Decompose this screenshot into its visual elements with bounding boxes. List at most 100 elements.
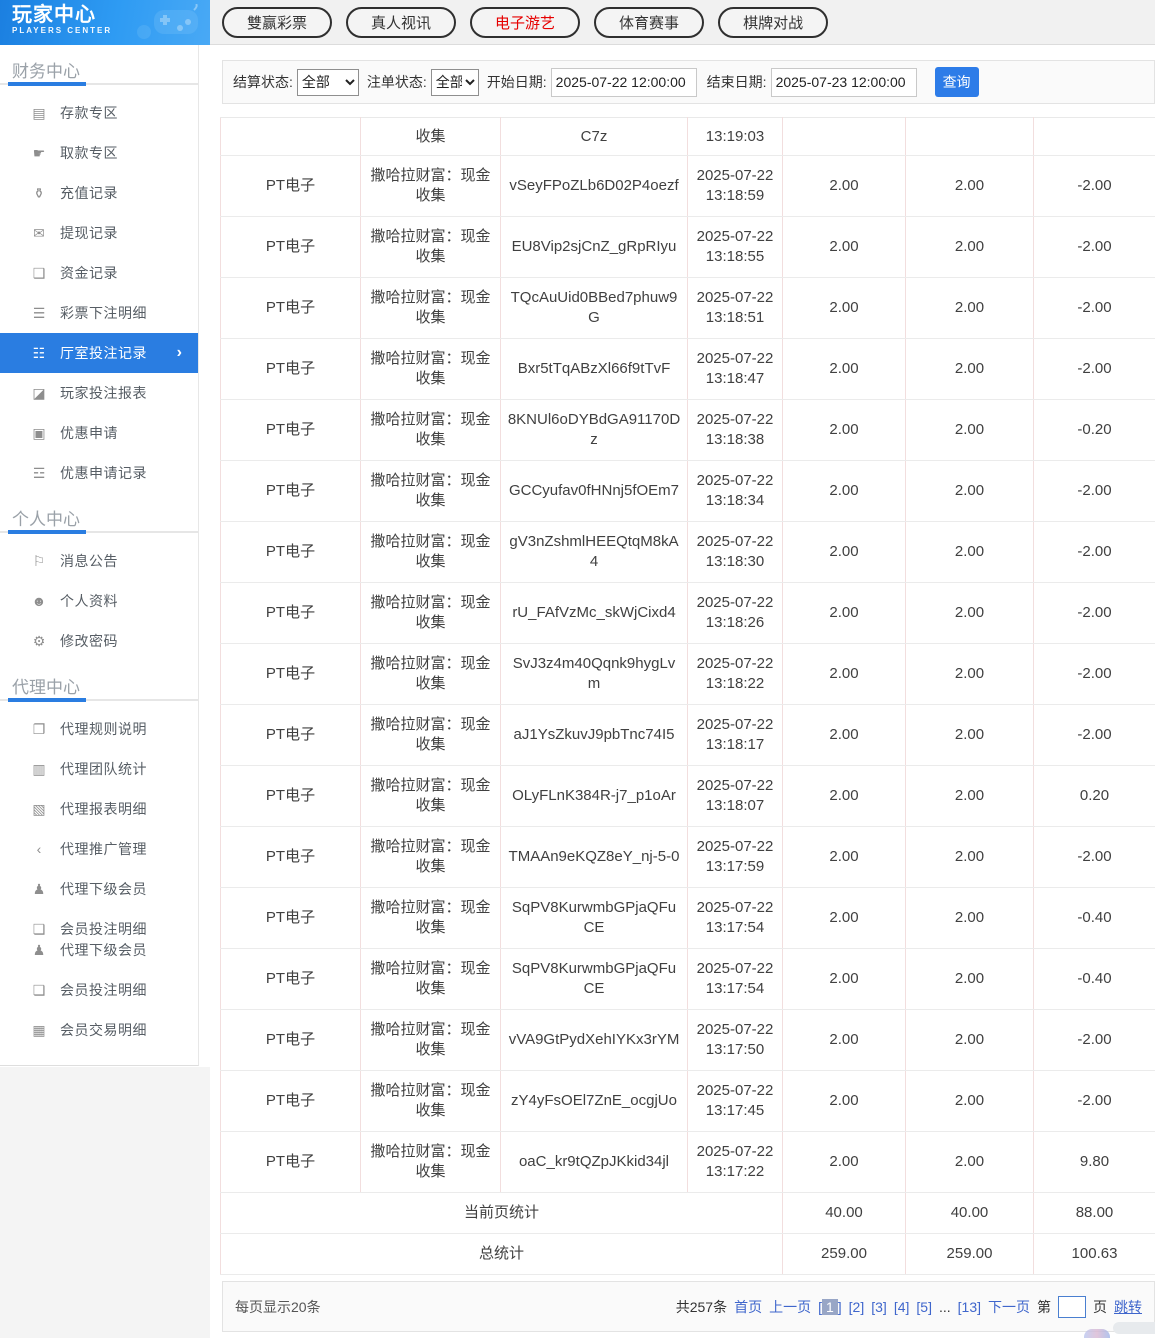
- cell-valid-amount: 2.00: [905, 338, 1034, 400]
- section-divider: [0, 82, 198, 86]
- lottery-doc-icon: ☰: [32, 304, 46, 321]
- sidebar-item-提现记录[interactable]: ✉ 提现记录 ›: [0, 213, 198, 253]
- sidebar-item-取款专区[interactable]: ☛ 取款专区 ›: [0, 133, 198, 173]
- pagination-bar: 每页显示20条 共257条 首页 上一页 [1] [2] [3] [4] [5]...[…: [222, 1281, 1155, 1332]
- order-status-select[interactable]: 全部: [430, 68, 479, 96]
- withdraw-hand-icon: ☛: [32, 144, 46, 161]
- page-number-list: [1] [2] [3] [4] [5]... [13]: [818, 1298, 981, 1315]
- page-link-3[interactable]: [3]: [871, 1299, 887, 1315]
- cell-game-type: PT电子: [220, 277, 361, 339]
- start-date-input[interactable]: [550, 67, 697, 97]
- cell-order-id: oaC_kr9tQZpJKkid34jl: [500, 1131, 688, 1193]
- sidebar-section-title: 代理中心: [12, 678, 80, 697]
- prev-page-link[interactable]: 上一页: [769, 1297, 811, 1317]
- cell-valid-amount: [905, 117, 1034, 156]
- sidebar-item-存款专区[interactable]: ▤ 存款专区 ›: [0, 93, 198, 133]
- cell-order-id: rU_FAfVzMc_skWjCixd4: [500, 582, 688, 644]
- end-date-input[interactable]: [770, 67, 917, 97]
- sidebar-item-资金记录[interactable]: ❑ 资金记录 ›: [0, 253, 198, 293]
- sidebar-item-会员投注明细[interactable]: ❏ 会员投注明细 ›: [0, 970, 198, 1010]
- page-link-4[interactable]: [4]: [894, 1299, 910, 1315]
- cell-game-type: PT电子: [220, 826, 361, 888]
- summary-row: 当前页统计 40.00 40.00 88.00: [220, 1192, 1155, 1234]
- sidebar-item-代理下级会员[interactable]: ♟ 代理下级会员 ›: [0, 930, 198, 970]
- cell-game-name: 撒哈拉财富：现金收集: [360, 460, 501, 522]
- cell-valid-amount: 2.00: [905, 826, 1034, 888]
- cell-game-name: 撒哈拉财富：现金收集: [360, 216, 501, 278]
- cell-game-type: PT电子: [220, 1070, 361, 1132]
- sidebar-item-代理下级会员[interactable]: ♟ 代理下级会员 ›: [0, 869, 198, 909]
- game-tab-体育赛事[interactable]: 体育赛事: [594, 6, 705, 38]
- cell-bet-time: 2025-07-22 13:17:50: [687, 1009, 783, 1071]
- cell-profit: -0.40: [1033, 948, 1155, 1010]
- sidebar-item-会员交易明细[interactable]: ▦ 会员交易明细 ›: [0, 1010, 198, 1050]
- cell-bet-time: 2025-07-22 13:18:38: [687, 399, 783, 461]
- sidebar-item-优惠申请[interactable]: ▣ 优惠申请 ›: [0, 413, 198, 453]
- sidebar-item-个人资料[interactable]: ☻ 个人资料 ›: [0, 581, 198, 621]
- first-page-link[interactable]: 首页: [734, 1297, 762, 1317]
- cell-bet-time: 2025-07-22 13:18:30: [687, 521, 783, 583]
- game-tab-棋牌对战[interactable]: 棋牌对战: [718, 6, 829, 38]
- game-category-tabbar: 雙赢彩票 真人视讯 电子游艺 体育赛事 棋牌对战: [210, 0, 1155, 45]
- cell-order-id: gV3nZshmlHEEQtqM8kA4: [500, 521, 688, 583]
- jump-go-link[interactable]: 跳转: [1114, 1297, 1142, 1317]
- end-date-label: 结束日期:: [706, 74, 767, 90]
- sidebar-item-充值记录[interactable]: ⚱ 充值记录 ›: [0, 173, 198, 213]
- cell-valid-amount: 2.00: [905, 399, 1034, 461]
- gear-icon: ⚙: [32, 632, 46, 649]
- page-ellipsis: ...: [938, 1298, 951, 1315]
- page-link-13[interactable]: [13]: [958, 1299, 981, 1315]
- sidebar-item-代理团队统计[interactable]: ▥ 代理团队统计 ›: [0, 749, 198, 789]
- cell-bet-time: 2025-07-22 13:18:34: [687, 460, 783, 522]
- promo-list-icon: ☲: [32, 464, 46, 481]
- cell-valid-amount: 2.00: [905, 948, 1034, 1010]
- sidebar-item-消息公告[interactable]: ⚐ 消息公告 ›: [0, 541, 198, 581]
- page-link-1[interactable]: [1]: [818, 1298, 842, 1315]
- cell-valid-amount: 2.00: [905, 704, 1034, 766]
- cell-game-name: 撒哈拉财富：现金收集: [360, 643, 501, 705]
- page-link-5[interactable]: [5]: [916, 1299, 932, 1315]
- sidebar-item-代理报表明细[interactable]: ▧ 代理报表明细 ›: [0, 789, 198, 829]
- sidebar-item-厅室投注记录[interactable]: ☷ 厅室投注记录 ›: [0, 333, 198, 373]
- trans-list-icon: ▦: [32, 1021, 46, 1038]
- page-link-2[interactable]: [2]: [849, 1299, 865, 1315]
- section-divider: [0, 530, 198, 534]
- table-row: PT电子 撒哈拉财富：现金收集 aJ1YsZkuvJ9pbTnc74I5 202…: [220, 704, 1155, 766]
- summary-bet: 259.00: [782, 1233, 906, 1275]
- game-tab-真人视讯[interactable]: 真人视讯: [346, 6, 457, 38]
- game-tab-电子游艺[interactable]: 电子游艺: [470, 6, 581, 38]
- cell-order-id: SqPV8KurwmbGPjaQFuCE: [500, 887, 688, 949]
- cell-order-id: vVA9GtPydXehIYKx3rYM: [500, 1009, 688, 1071]
- app-logo: 玩家中心 PLAYERS CENTER: [0, 0, 210, 45]
- next-page-link[interactable]: 下一页: [988, 1297, 1030, 1317]
- sidebar-item-代理推广管理[interactable]: ‹ 代理推广管理 ›: [0, 829, 198, 869]
- cell-game-name: 撒哈拉财富：现金收集: [360, 338, 501, 400]
- user-icon: ☻: [31, 593, 47, 609]
- cell-valid-amount: 2.00: [905, 1070, 1034, 1132]
- sidebar-item-玩家投注报表[interactable]: ◪ 玩家投注报表 ›: [0, 373, 198, 413]
- sidebar-item-代理规则说明[interactable]: ❐ 代理规则说明 ›: [0, 709, 198, 749]
- player-report-icon: ◪: [32, 384, 46, 401]
- members-icon: ♟: [32, 880, 46, 897]
- table-row: PT电子 撒哈拉财富：现金收集 SqPV8KurwmbGPjaQFuCE 202…: [220, 887, 1155, 949]
- cell-valid-amount: 2.00: [905, 277, 1034, 339]
- cell-bet-amount: 2.00: [782, 399, 906, 461]
- sidebar-item-优惠申请记录[interactable]: ☲ 优惠申请记录 ›: [0, 453, 198, 493]
- query-button[interactable]: 查询: [934, 67, 979, 97]
- cell-valid-amount: 2.00: [905, 460, 1034, 522]
- jump-page-input[interactable]: [1058, 1295, 1086, 1318]
- game-tab-雙赢彩票[interactable]: 雙赢彩票: [222, 6, 333, 38]
- cell-game-type: PT电子: [220, 704, 361, 766]
- cell-game-name: 撒哈拉财富：现金收集: [360, 948, 501, 1010]
- cell-profit: -2.00: [1033, 826, 1155, 888]
- settle-status-select[interactable]: 全部: [296, 68, 359, 96]
- cell-order-id: EU8Vip2sjCnZ_gRpRIyu: [500, 216, 688, 278]
- cell-order-id: zY4yFsOEl7ZnE_ocgjUo: [500, 1070, 688, 1132]
- cell-profit: -2.00: [1033, 704, 1155, 766]
- cell-profit: -2.00: [1033, 521, 1155, 583]
- sidebar-section-title: 个人中心: [12, 510, 80, 529]
- sidebar-item-修改密码[interactable]: ⚙ 修改密码 ›: [0, 621, 198, 661]
- cell-bet-time: 2025-07-22 13:18:55: [687, 216, 783, 278]
- sidebar-item-彩票下注明细[interactable]: ☰ 彩票下注明细 ›: [0, 293, 198, 333]
- cell-order-id: 8KNUl6oDYBdGA91170Dz: [500, 399, 688, 461]
